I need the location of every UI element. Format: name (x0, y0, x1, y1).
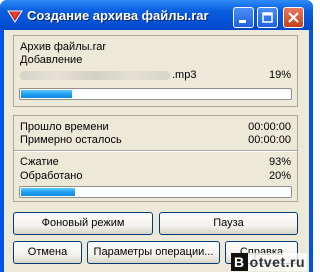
dialog-client-area: Архив файлы.rar Добавление .mp3 19% Прош… (4, 30, 309, 272)
watermark: Botvet.ru (231, 253, 307, 271)
close-icon (288, 12, 299, 23)
compression-value: 93% (268, 156, 291, 168)
minimize-icon (239, 20, 246, 23)
winrar-app-icon (7, 9, 23, 23)
elapsed-label: Прошло времени (20, 121, 109, 133)
pause-button[interactable]: Пауза (159, 212, 298, 235)
total-progress-bar (19, 186, 292, 198)
operation-options-button[interactable]: Параметры операции... (87, 241, 220, 264)
close-button[interactable] (283, 7, 304, 28)
file-extension: .mp3 (172, 69, 197, 81)
cancel-button[interactable]: Отмена (13, 241, 82, 264)
remaining-value: 00:00:00 (248, 134, 291, 146)
file-progress-panel: Архив файлы.rar Добавление .mp3 19% (13, 35, 298, 107)
current-file-label: .mp3 (20, 69, 196, 81)
archive-name-label: Архив файлы.rar (20, 41, 107, 53)
elapsed-value: 00:00:00 (248, 121, 291, 133)
file-percent: 19% (268, 69, 291, 81)
background-mode-button[interactable]: Фоновый режим (13, 212, 153, 235)
window-title: Создание архива файлы.rar (27, 8, 209, 23)
processed-label: Обработано (20, 170, 83, 182)
compression-label: Сжатие (20, 156, 59, 168)
file-progress-bar (19, 88, 292, 100)
archive-window: Создание архива файлы.rar Архив файлы.ra… (0, 0, 313, 272)
total-progress-fill (21, 188, 75, 196)
title-bar[interactable]: Создание архива файлы.rar (0, 0, 313, 30)
stats-panel: Прошло времени 00:00:00 Примерно осталос… (13, 115, 298, 202)
file-progress-fill (21, 90, 72, 98)
maximize-icon (262, 12, 273, 23)
stats-divider (14, 150, 297, 152)
maximize-button[interactable] (257, 7, 278, 28)
blurred-filename (20, 70, 170, 80)
remaining-label: Примерно осталось (20, 134, 122, 146)
action-label: Добавление (20, 54, 83, 66)
minimize-button[interactable] (233, 7, 254, 28)
processed-value: 20% (268, 170, 291, 182)
